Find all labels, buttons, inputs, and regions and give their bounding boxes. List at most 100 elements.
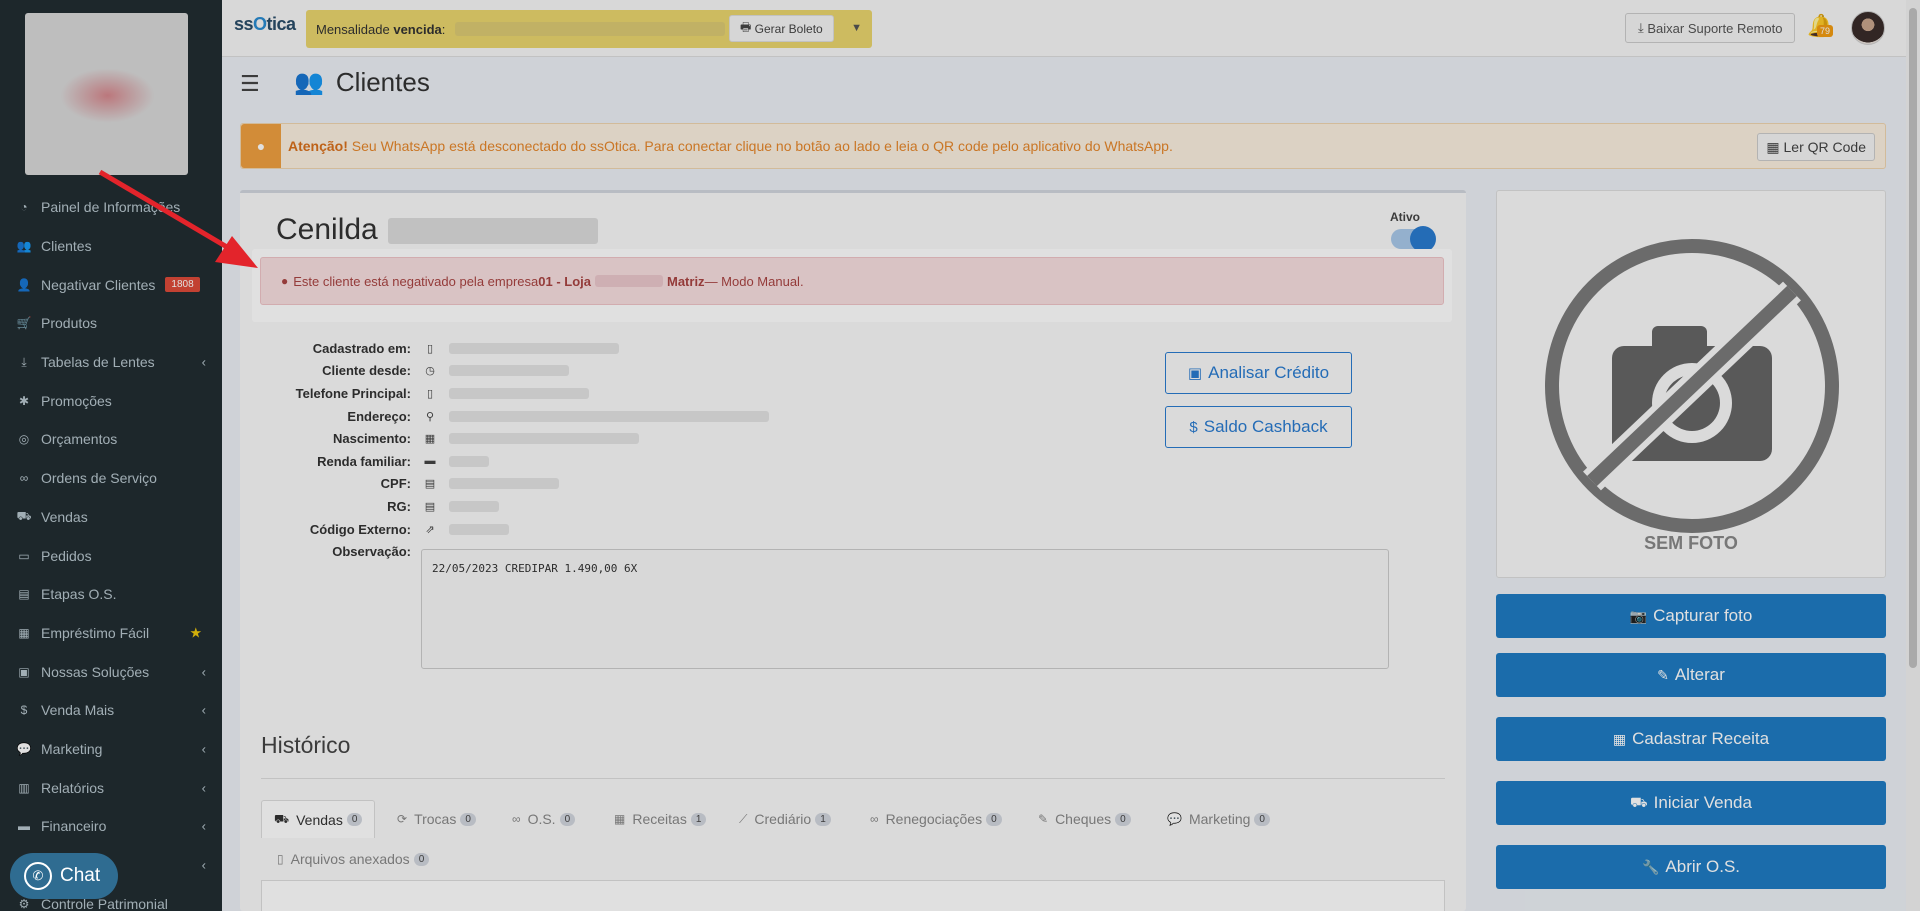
field-value-blurred <box>449 455 489 467</box>
tab-exchanges[interactable]: ⟳ Trocas 0 <box>397 800 476 838</box>
sidebar-item-solutions[interactable]: ▣ Nossas Soluções ‹ <box>0 652 222 691</box>
mobile-icon: ▯ <box>426 387 434 400</box>
map-marker-icon: ⚲ <box>425 410 435 423</box>
glasses-icon: ∞ <box>512 812 521 826</box>
negative-company-end: Matriz <box>667 273 705 289</box>
start-sale-button[interactable]: ⛟ Iniciar Venda <box>1496 781 1886 825</box>
comments-icon: 💬 <box>16 741 32 756</box>
tab-recipes[interactable]: ▦ Receitas 1 <box>614 800 707 838</box>
no-photo-label: SEM FOTO <box>1644 533 1738 553</box>
sidebar-item-label: Relatórios <box>41 779 105 796</box>
cashback-label: Saldo Cashback <box>1203 417 1328 436</box>
sidebar-item-sell-more[interactable]: $ Venda Mais ‹ <box>0 691 222 730</box>
sidebar-item-label: Tabelas de Lentes <box>41 354 155 371</box>
sidebar-item-orders[interactable]: ▭ Pedidos <box>0 536 222 575</box>
tab-label: Crediário <box>754 811 812 827</box>
caret-down-icon[interactable]: ▼ <box>851 22 862 34</box>
money-icon: ◎ <box>18 432 30 447</box>
field-client-since: Cliente desde: ◷ <box>260 360 780 383</box>
chevron-left-icon: ‹ <box>201 741 206 757</box>
sidebar-item-label: Financeiro <box>41 818 107 835</box>
tab-label: Receitas <box>632 811 687 827</box>
report-icon: ▥ <box>18 780 30 795</box>
asterisk-icon: ✱ <box>18 393 30 408</box>
register-recipe-button[interactable]: ▦ Cadastrar Receita <box>1496 717 1886 761</box>
sidebar-item-quotes[interactable]: ◎ Orçamentos <box>0 420 222 459</box>
download-remote-support-button[interactable]: ⤓ Baixar Suporte Remoto <box>1625 13 1796 43</box>
chart-line-icon: ⟋ <box>739 811 748 826</box>
analyze-credit-button[interactable]: ▣ Analisar Crédito <box>1165 352 1352 394</box>
scrollbar-thumb[interactable] <box>1909 8 1917 668</box>
files-icon: ▯ <box>277 852 284 866</box>
tab-label: O.S. <box>527 811 556 827</box>
tab-marketing[interactable]: 💬 Marketing 0 <box>1167 800 1270 838</box>
client-name: Cenilda <box>276 213 598 247</box>
user-avatar[interactable] <box>1851 11 1885 45</box>
read-qr-code-button[interactable]: ▦ Ler QR Code <box>1757 133 1875 161</box>
notifications-bell[interactable]: 🔔79 <box>1807 13 1834 39</box>
dollar-icon: $ <box>1189 418 1198 436</box>
edit-client-button[interactable]: ✎ Alterar <box>1496 653 1886 697</box>
sidebar-item-lens-tables[interactable]: ⤓ Tabelas de Lentes ‹ <box>0 343 222 382</box>
sidebar-item-service-orders[interactable]: ∞ Ordens de Serviço <box>0 459 222 498</box>
generate-boleto-button[interactable]: 🖶 Gerar Boleto <box>729 15 834 42</box>
sidebar-item-os-stages[interactable]: ▤ Etapas O.S. <box>0 575 222 614</box>
field-phone: Telefone Principal: ▯ <box>260 382 780 405</box>
whatsapp-chat-button[interactable]: ✆ Chat <box>10 853 118 899</box>
page-title-text: Clientes <box>335 67 430 97</box>
sale-label: Iniciar Venda <box>1653 793 1752 812</box>
sidebar-item-easy-loan[interactable]: ▦ Empréstimo Fácil ★ <box>0 614 222 653</box>
negative-prefix: Este cliente está negativado pela empres… <box>293 273 539 289</box>
tab-count: 0 <box>1115 812 1131 826</box>
sidebar-item-label: Venda Mais <box>41 702 115 719</box>
field-value-blurred <box>449 433 639 445</box>
sidebar-item-sales[interactable]: ⛟ Vendas <box>0 498 222 537</box>
field-value-blurred <box>449 478 559 490</box>
tab-credit[interactable]: ⟋ Crediário 1 <box>739 800 831 838</box>
id-card-icon: ▣ <box>1187 365 1203 382</box>
whatsapp-alert-text: Atenção! Seu WhatsApp está desconectado … <box>288 138 1173 154</box>
tab-renegotiations[interactable]: ∞ Renegociações 0 <box>870 800 1002 838</box>
client-last-name-blurred <box>387 218 598 245</box>
open-os-button[interactable]: 🔧 Abrir O.S. <box>1496 845 1886 889</box>
tab-checks[interactable]: ✎ Cheques 0 <box>1038 800 1131 838</box>
field-value-blurred <box>449 500 499 512</box>
os-label: Abrir O.S. <box>1665 857 1741 876</box>
app-root: ◔ Painel de Informações 👥 Clientes 👤 Negati… <box>0 0 1920 911</box>
field-value-blurred <box>449 523 509 535</box>
chevron-left-icon: ‹ <box>201 354 206 370</box>
negative-suffix: — Modo Manual. <box>704 273 804 289</box>
sidebar-item-marketing[interactable]: 💬 Marketing ‹ <box>0 730 222 769</box>
tab-sales[interactable]: ⛟ Vendas 0 <box>261 800 376 838</box>
sidebar-item-promotions[interactable]: ✱ Promoções <box>0 381 222 420</box>
notifications-count: 79 <box>1817 25 1834 37</box>
edit-icon: ✎ <box>1038 812 1049 826</box>
tab-os[interactable]: ∞ O.S. 0 <box>512 800 576 838</box>
external-link-icon: ⇗ <box>425 523 435 536</box>
field-cpf: CPF: ▤ <box>260 473 780 496</box>
observation-textarea[interactable]: 22/05/2023 CREDIPAR 1.490,00 6X <box>421 549 1389 669</box>
field-label: RG: <box>387 498 411 514</box>
field-label: Código Externo: <box>309 521 411 537</box>
capture-photo-button[interactable]: 📷 Capturar foto <box>1496 594 1886 638</box>
field-label: Endereço: <box>347 408 411 424</box>
cashback-balance-button[interactable]: $ Saldo Cashback <box>1165 406 1352 448</box>
tab-label: Renegociações <box>885 811 983 827</box>
sidebar-item-label: Vendas <box>41 508 88 525</box>
active-toggle[interactable] <box>1391 226 1436 252</box>
sidebar-item-label: Marketing <box>41 740 103 757</box>
qrcode-icon: ▦ <box>1766 138 1784 155</box>
page-scrollbar[interactable] <box>1906 0 1920 911</box>
sidebar-item-products[interactable]: 🛒 Produtos <box>0 304 222 343</box>
sidebar-item-reports[interactable]: ▥ Relatórios ‹ <box>0 768 222 807</box>
money-bill-icon: ▬ <box>424 455 436 468</box>
sidebar-item-financial[interactable]: ▬ Financeiro ‹ <box>0 807 222 846</box>
download-icon: ⤓ <box>21 354 27 369</box>
tab-label: Arquivos anexados <box>290 851 410 867</box>
field-birth: Nascimento: ▦ <box>260 427 780 450</box>
field-external-code: Código Externo: ⇗ <box>260 518 780 541</box>
analyze-credit-label: Analisar Crédito <box>1208 363 1330 382</box>
tab-content-panel <box>261 880 1445 911</box>
tab-attachments[interactable]: ▯ Arquivos anexados 0 <box>277 840 430 878</box>
remote-label: Baixar Suporte Remoto <box>1647 20 1783 36</box>
